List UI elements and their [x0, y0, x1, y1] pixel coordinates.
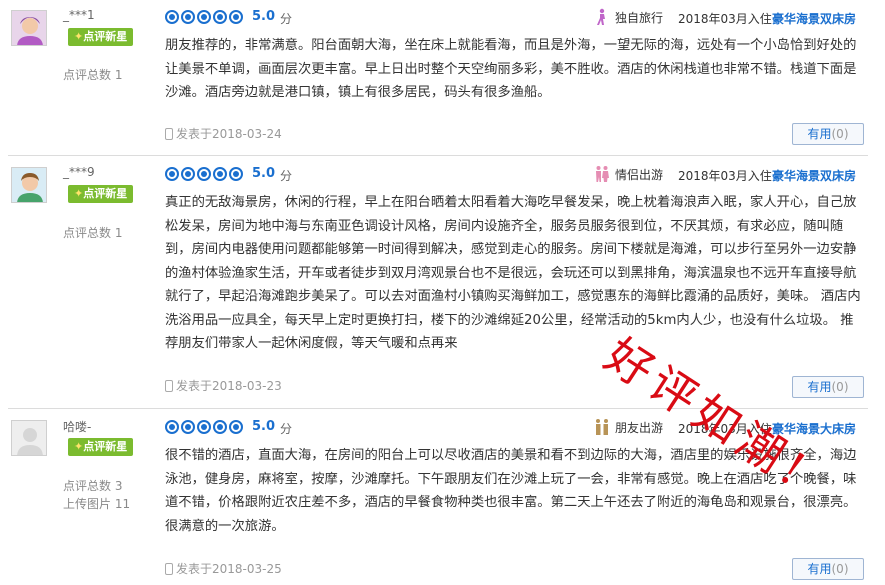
rating-dot-icon	[165, 420, 179, 434]
posted-date: 发表于2018-03-23	[165, 377, 282, 394]
divider	[8, 155, 868, 156]
reviewer-badge: ✦点评新星	[68, 185, 134, 203]
rating-unit: 分	[280, 422, 293, 436]
sparkle-icon: ✦	[74, 187, 84, 200]
useful-button[interactable]: 有用(0)	[792, 376, 864, 398]
reviewer-name[interactable]: _***9	[63, 165, 95, 179]
review-text: 真正的无敌海景房，休闲的行程，早上在阳台晒着太阳看着大海吃早餐发呆，晚上枕着海浪…	[165, 195, 861, 351]
rating-unit: 分	[280, 12, 293, 26]
trip-type-label: 朋友出游	[615, 420, 664, 435]
rating-dot-icon	[197, 420, 211, 434]
rating-score: 5.0	[252, 9, 276, 24]
useful-button[interactable]: 有用(0)	[792, 558, 864, 580]
rating-dot-icon	[181, 10, 195, 24]
rating-stars	[165, 10, 243, 24]
mobile-icon	[165, 127, 173, 140]
rating-unit: 分	[280, 169, 293, 183]
room-type-link[interactable]: 豪华海景双床房	[772, 10, 856, 27]
rating-dot-icon	[197, 167, 211, 181]
review-count: 点评总数 3	[63, 479, 123, 493]
trip-type-label: 独自旅行	[615, 10, 664, 25]
rating-dot-icon	[181, 420, 195, 434]
rating-dot-icon	[229, 167, 243, 181]
useful-button[interactable]: 有用(0)	[792, 123, 864, 145]
mobile-icon	[165, 562, 173, 575]
couple-travel-icon	[596, 166, 609, 182]
posted-date: 发表于2018-03-24	[165, 125, 282, 142]
review-text: 朋友推荐的，非常满意。阳台面朝大海，坐在床上就能看海，而且是外海，一望无际的海，…	[165, 38, 857, 100]
avatar-purple-icon[interactable]	[11, 10, 47, 46]
trip-type-label: 情侣出游	[615, 167, 664, 182]
solo-travel-icon	[597, 8, 605, 25]
trip-type: 朋友出游	[593, 418, 663, 436]
rating-stars	[165, 167, 243, 181]
rating-dot-icon	[181, 167, 195, 181]
room-type-link[interactable]: 豪华海景双床房	[772, 167, 856, 184]
reviewer-badge: ✦点评新星	[68, 28, 134, 46]
sparkle-icon: ✦	[74, 440, 84, 453]
review-count: 点评总数 1	[63, 68, 123, 82]
rating-dot-icon	[213, 167, 227, 181]
review-count: 点评总数 1	[63, 226, 123, 240]
photo-count[interactable]: 上传图片 11	[63, 495, 130, 512]
trip-type: 独自旅行	[593, 8, 663, 26]
trip-type: 情侣出游	[593, 165, 663, 183]
avatar-man-icon[interactable]	[11, 167, 47, 203]
rating-dot-icon	[213, 10, 227, 24]
rating-dot-icon	[229, 420, 243, 434]
reviewer-name[interactable]: 哈喽-	[63, 418, 91, 435]
review-item: _***1 ✦点评新星 点评总数 1 5.0 分 独自旅行 2018年03月入住…	[0, 0, 885, 157]
reviewer-name[interactable]: _***1	[63, 8, 95, 22]
reviewer-badge: ✦点评新星	[68, 438, 134, 456]
avatar-default-icon[interactable]	[11, 420, 47, 456]
rating-dot-icon	[165, 10, 179, 24]
review-item: _***9 ✦点评新星 点评总数 1 5.0 分 情侣出游 2018年03月入住…	[0, 157, 885, 410]
rating-score: 5.0	[252, 166, 276, 181]
stay-date: 2018年03月入住	[678, 169, 772, 183]
rating-dot-icon	[197, 10, 211, 24]
rating-dot-icon	[165, 167, 179, 181]
friends-travel-icon	[596, 419, 608, 435]
mobile-icon	[165, 379, 173, 392]
posted-date: 发表于2018-03-25	[165, 560, 282, 577]
stay-date: 2018年03月入住	[678, 12, 772, 26]
sparkle-icon: ✦	[74, 30, 84, 43]
rating-score: 5.0	[252, 419, 276, 434]
rating-dot-icon	[229, 10, 243, 24]
rating-stars	[165, 420, 243, 434]
rating-dot-icon	[213, 420, 227, 434]
